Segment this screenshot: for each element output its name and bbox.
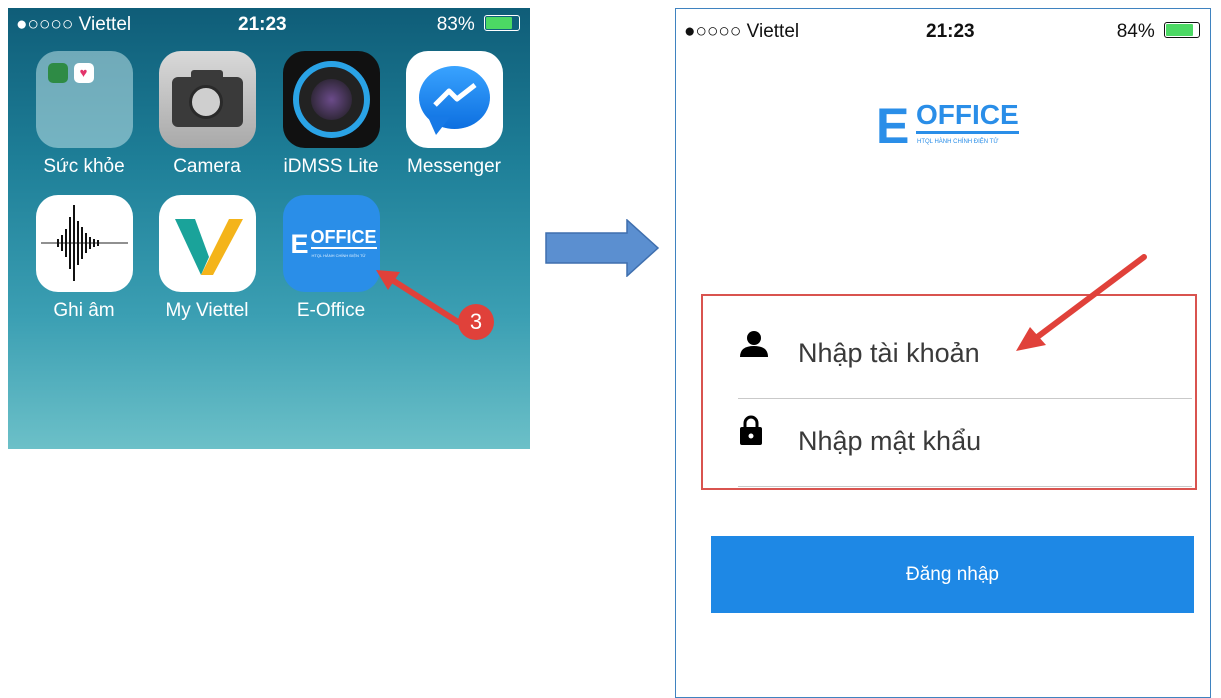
login-button[interactable]: Đăng nhập [711, 536, 1194, 613]
user-icon [740, 331, 768, 357]
app-label: My Viettel [165, 300, 249, 321]
app-label: Messenger [407, 156, 501, 177]
voice-memo-icon [35, 195, 133, 292]
status-bar: ●○○○○ Viettel 21:23 83% [8, 8, 530, 42]
status-bar: ●○○○○ Viettel 21:23 84% [676, 9, 1210, 43]
carrier-text: ●○○○○ Viettel [684, 21, 800, 42]
battery-icon [1164, 22, 1200, 38]
pointer-arrow-icon [376, 270, 461, 325]
health-folder-icon: ♥ [35, 51, 133, 148]
app-my-viettel[interactable]: My Viettel [147, 195, 267, 322]
eoffice-logo: E OFFICE HTQL HÀNH CHÍNH ĐIỆN TỬ [876, 98, 1019, 154]
password-input[interactable] [798, 411, 1178, 471]
app-health-folder[interactable]: ♥ Sức khỏe [24, 51, 144, 178]
messenger-icon [405, 51, 503, 148]
app-label: Camera [173, 156, 241, 177]
app-label: iDMSS Lite [283, 156, 379, 177]
battery-percent: 84% [1116, 21, 1155, 42]
eoffice-icon: E OFFICE HTQL HÀNH CHÍNH ĐIỆN TỬ [282, 195, 380, 292]
app-label: Sức khỏe [43, 156, 125, 177]
app-idmss-lite[interactable]: iDMSS Lite [271, 51, 391, 178]
login-screen: ●○○○○ Viettel 21:23 84% E OFFICE HTQL HÀ… [675, 8, 1211, 698]
password-field[interactable] [738, 397, 1192, 487]
app-camera[interactable]: Camera [147, 51, 267, 178]
clock-text: 21:23 [926, 21, 975, 42]
home-screen: ●○○○○ Viettel 21:23 83% ♥ Sức khỏe Camer… [8, 8, 530, 449]
battery-icon [484, 15, 520, 31]
my-viettel-icon [158, 195, 256, 292]
step-badge: 3 [458, 304, 494, 340]
pointer-arrow-icon [1016, 254, 1147, 351]
battery-status: 83% [437, 14, 520, 36]
right-arrow-icon [545, 219, 660, 277]
idmss-icon [282, 51, 380, 148]
battery-percent: 83% [436, 14, 475, 35]
clock-text: 21:23 [238, 14, 287, 35]
app-messenger[interactable]: Messenger [394, 51, 514, 178]
lock-icon [740, 415, 762, 445]
battery-status: 84% [1117, 21, 1200, 43]
carrier-text: ●○○○○ Viettel [16, 14, 132, 35]
app-voice-memos[interactable]: Ghi âm [24, 195, 144, 322]
camera-icon [158, 51, 256, 148]
app-label: Ghi âm [53, 300, 115, 321]
divider [738, 486, 1192, 487]
